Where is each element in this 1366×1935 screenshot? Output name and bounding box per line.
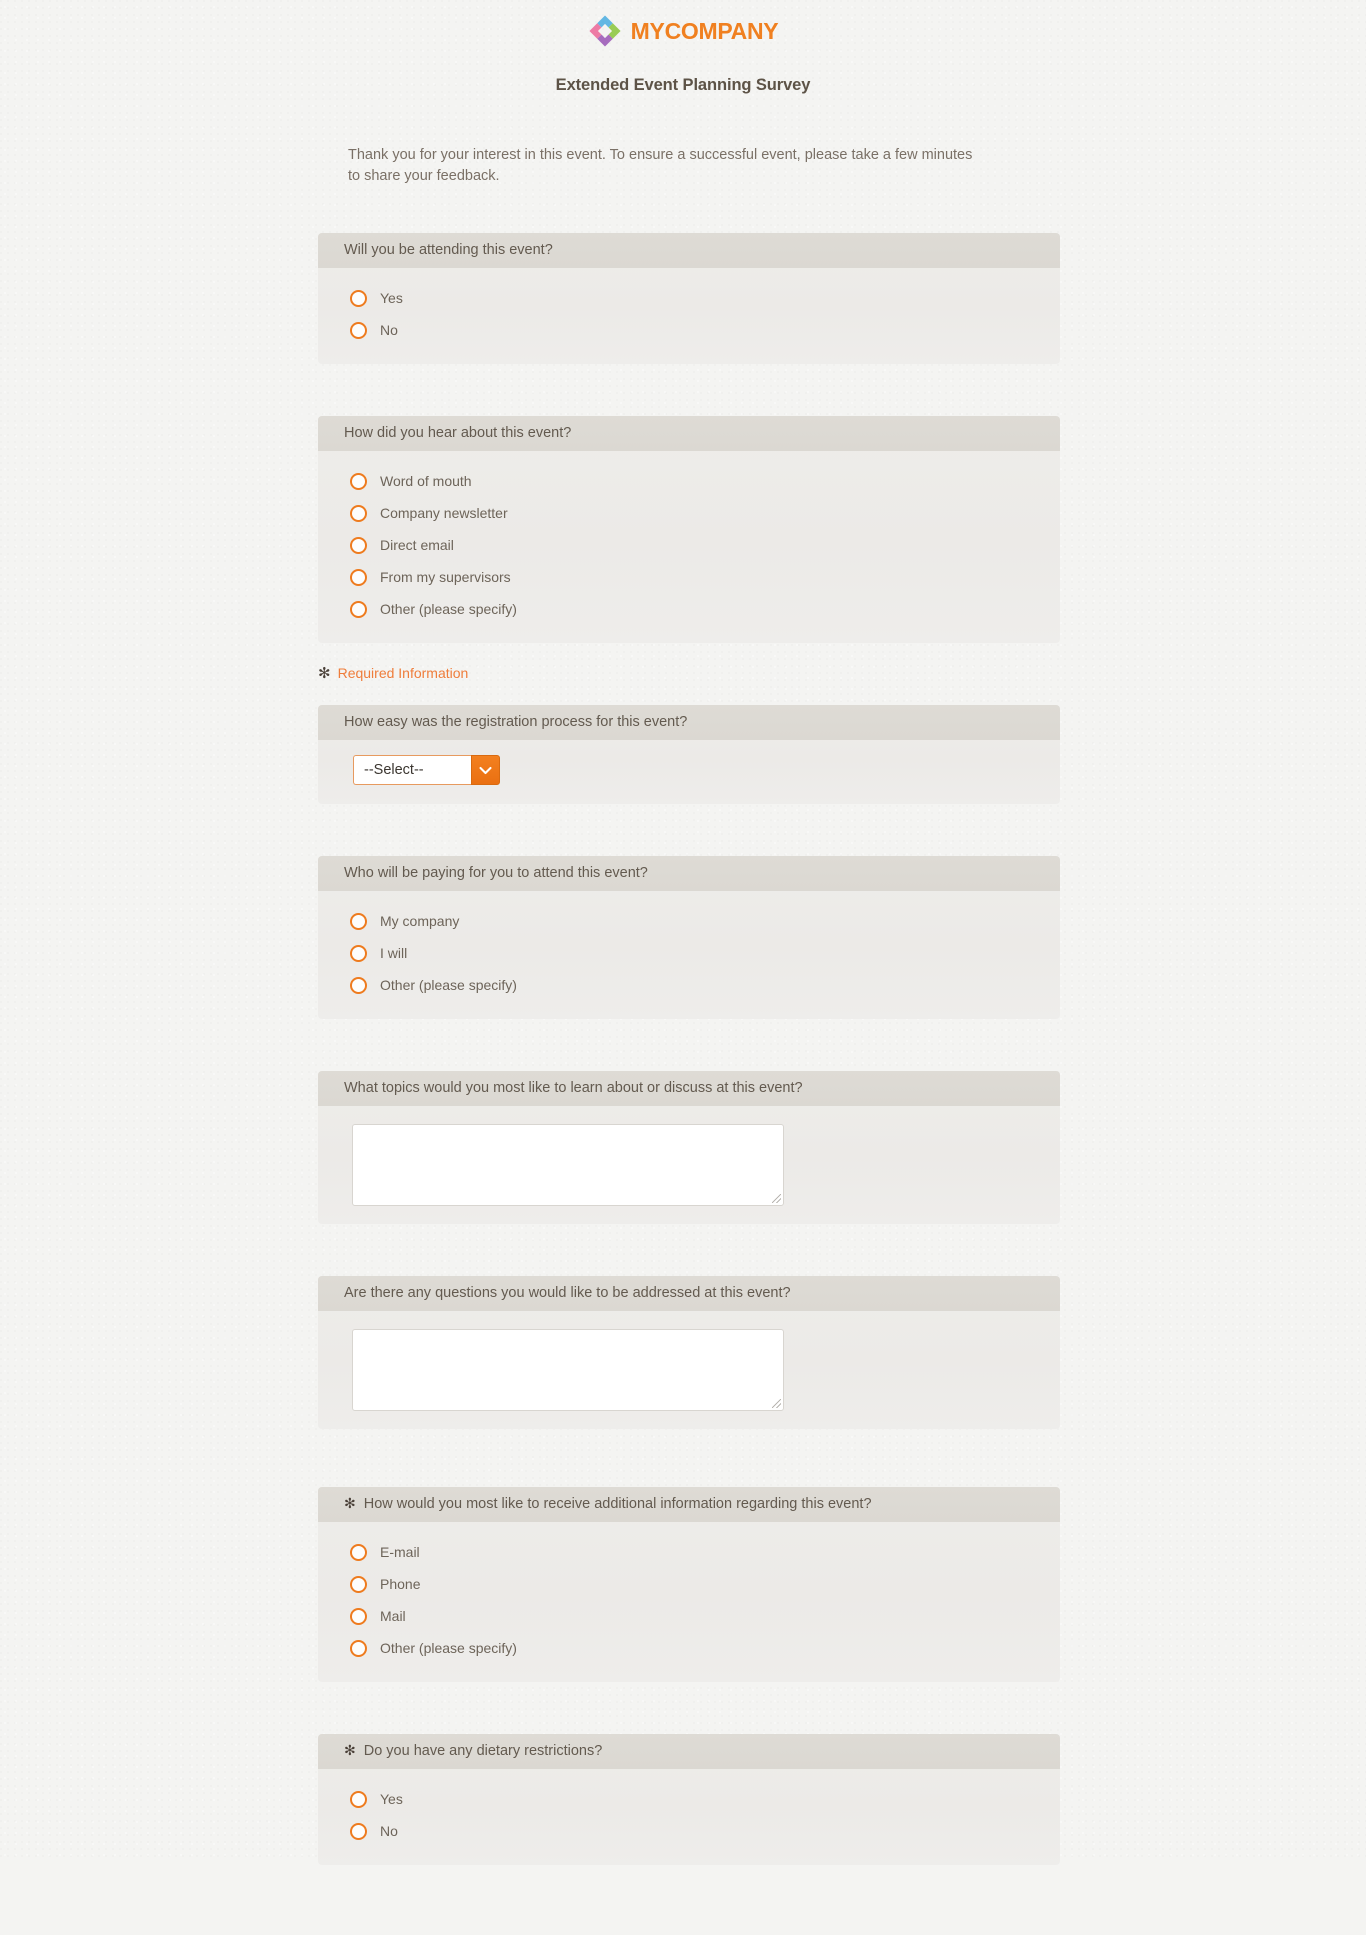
question-body [318,1311,1060,1429]
survey-page: MYCOMPANY Extended Event Planning Survey… [0,0,1366,1935]
brand-name-part1: MY [630,17,665,44]
radio-option[interactable]: From my supervisors [344,561,1060,593]
radio-option[interactable]: Yes [344,282,1060,314]
radio-label: Mail [380,1608,406,1625]
radio-option[interactable]: My company [344,905,1060,937]
question-label: How did you hear about this event? [344,425,572,442]
question-body: Yes No [318,268,1060,364]
radio-label: Yes [380,290,403,307]
radio-label: Phone [380,1576,421,1593]
radio-label: From my supervisors [380,569,511,586]
page-title: Extended Event Planning Survey [555,76,811,94]
radio-icon[interactable] [350,1607,367,1625]
radio-option[interactable]: No [344,314,1060,346]
radio-icon[interactable] [350,289,367,307]
radio-icon[interactable] [350,1790,367,1808]
diamond-pinwheel-logo-icon [588,14,622,48]
radio-option[interactable]: Phone [344,1568,1060,1600]
brand-header: MYCOMPANY [0,0,1366,48]
question-label: Will you be attending this event? [344,242,553,259]
radio-icon[interactable] [350,1639,367,1657]
radio-icon[interactable] [350,912,367,930]
radio-label: E-mail [380,1544,420,1561]
brand-name-part2: COMPANY [664,17,779,44]
required-information-label: Required Information [337,665,469,682]
asterisk-icon: ✻ [344,1742,356,1759]
radio-label: Other (please specify) [380,1640,517,1657]
radio-icon[interactable] [350,536,367,554]
question-header: Are there any questions you would like t… [318,1276,1060,1312]
question-label: How would you most like to receive addit… [363,1496,872,1513]
radio-icon[interactable] [350,1543,367,1561]
radio-label: I will [380,945,408,962]
question-header: Will you be attending this event? [318,233,1060,269]
radio-option[interactable]: Other (please specify) [344,969,1060,1001]
question-header: Who will be paying for you to attend thi… [318,856,1060,892]
required-information-note: ✻ Required Information [318,665,1366,681]
radio-label: Yes [380,1791,403,1808]
question-header: How easy was the registration process fo… [318,705,1060,741]
question-block-questions-addressed: Are there any questions you would like t… [318,1276,1060,1430]
question-header: What topics would you most like to learn… [318,1071,1060,1107]
question-block-attending: Will you be attending this event? Yes No [318,233,1060,365]
radio-icon[interactable] [350,976,367,994]
radio-option[interactable]: Mail [344,1600,1060,1632]
radio-option[interactable]: Word of mouth [344,465,1060,497]
radio-label: No [380,1823,398,1840]
radio-option[interactable]: I will [344,937,1060,969]
question-header: ✻ Do you have any dietary restrictions? [318,1734,1060,1770]
brand-name: MYCOMPANY [631,18,779,45]
radio-option[interactable]: Direct email [344,529,1060,561]
topics-textarea[interactable] [352,1124,784,1207]
radio-icon[interactable] [350,944,367,962]
radio-option[interactable]: Other (please specify) [344,1632,1060,1664]
radio-icon[interactable] [350,568,367,586]
question-block-dietary: ✻ Do you have any dietary restrictions? … [318,1734,1060,1866]
select-value[interactable]: --Select-- [353,755,471,786]
question-label: Are there any questions you would like t… [344,1285,791,1302]
radio-label: Other (please specify) [380,601,517,618]
radio-icon[interactable] [350,472,367,490]
radio-icon[interactable] [350,1822,367,1840]
radio-label: My company [380,913,460,930]
question-block-how-heard: How did you hear about this event? Word … [318,416,1060,644]
question-body: Yes No [318,1769,1060,1865]
question-block-topics: What topics would you most like to learn… [318,1071,1060,1225]
asterisk-icon: ✻ [344,1495,356,1512]
question-body: E-mail Phone Mail Other (please specify) [318,1522,1060,1682]
radio-label: Direct email [380,537,454,554]
intro-text: Thank you for your interest in this even… [348,147,973,185]
radio-option[interactable]: Yes [344,1783,1060,1815]
radio-icon[interactable] [350,600,367,618]
radio-option[interactable]: Company newsletter [344,497,1060,529]
radio-option[interactable]: E-mail [344,1536,1060,1568]
radio-label: No [380,322,398,339]
question-body: My company I will Other (please specify) [318,891,1060,1019]
registration-ease-select[interactable]: --Select-- [352,754,501,786]
radio-option[interactable]: No [344,1815,1060,1847]
radio-option[interactable]: Other (please specify) [344,593,1060,625]
radio-icon[interactable] [350,504,367,522]
radio-icon[interactable] [350,1575,367,1593]
question-body [318,1106,1060,1224]
radio-label: Word of mouth [380,473,472,490]
question-label: Who will be paying for you to attend thi… [344,865,648,882]
question-block-contact-method: ✻ How would you most like to receive add… [318,1487,1060,1683]
radio-label: Company newsletter [380,505,508,522]
question-body: Word of mouth Company newsletter Direct … [318,451,1060,643]
asterisk-icon: ✻ [318,664,331,682]
radio-icon[interactable] [350,321,367,339]
questions-addressed-textarea[interactable] [352,1329,784,1412]
question-label: How easy was the registration process fo… [344,714,688,731]
chevron-down-icon[interactable] [471,755,500,786]
question-header: How did you hear about this event? [318,416,1060,452]
question-header: ✻ How would you most like to receive add… [318,1487,1060,1523]
question-label: What topics would you most like to learn… [344,1080,803,1097]
question-body: --Select-- [318,740,1060,804]
question-block-registration-ease: How easy was the registration process fo… [318,705,1060,805]
question-label: Do you have any dietary restrictions? [363,1743,603,1760]
question-block-who-paying: Who will be paying for you to attend thi… [318,856,1060,1020]
radio-label: Other (please specify) [380,977,517,994]
